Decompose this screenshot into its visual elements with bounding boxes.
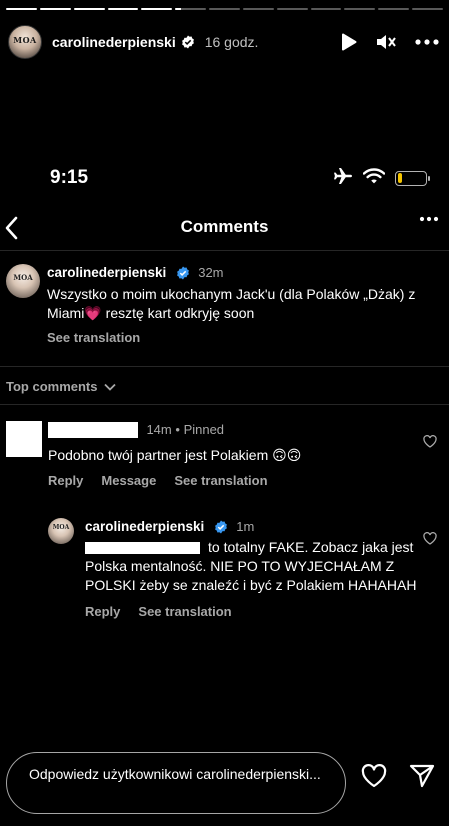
heart-emoji: 💗 (84, 305, 102, 321)
heart-outline-icon[interactable] (423, 435, 437, 448)
progress-segment (242, 8, 274, 10)
caption-text-end: resztę kart odkryję soon (101, 305, 255, 321)
pinned-label: Pinned (183, 422, 225, 437)
progress-fill (175, 8, 182, 10)
see-translation-link[interactable]: See translation (174, 473, 267, 488)
chevron-left-icon[interactable] (4, 216, 18, 240)
message-button[interactable]: Message (101, 473, 156, 488)
progress-segment (276, 8, 308, 10)
story-username[interactable]: carolinederpienski (52, 34, 176, 50)
heart-outline-icon[interactable] (361, 764, 387, 788)
redacted-mention (85, 542, 200, 555)
heart-outline-icon[interactable] (423, 532, 437, 545)
page-title: Comments (180, 217, 269, 236)
status-bar: 9:15 (50, 163, 430, 193)
comment-item: 14m • Pinned Podobno twój partner jest P… (6, 421, 437, 488)
progress-fill (141, 8, 173, 10)
status-clock: 9:15 (50, 167, 89, 188)
avatar-brand-text: MOA (52, 524, 70, 531)
comments-nav-bar: Comments (0, 210, 449, 244)
redacted-avatar[interactable] (6, 421, 42, 457)
progress-segment (107, 8, 139, 10)
reply-button[interactable]: Reply (85, 604, 120, 619)
reply-timestamp: 1m (236, 519, 255, 534)
progress-segment (39, 8, 71, 10)
more-icon[interactable] (419, 216, 439, 222)
comment-timestamp: 14m (146, 422, 172, 437)
verified-badge-icon (214, 520, 228, 534)
progress-fill (73, 8, 105, 10)
comment-text: Podobno twój partner jest Polakiem 🙃🙃 (48, 447, 302, 463)
sort-label: Top comments (6, 379, 98, 394)
play-icon[interactable] (341, 33, 357, 51)
see-translation-link[interactable]: See translation (47, 330, 435, 345)
progress-fill (39, 8, 71, 10)
story-timestamp: 16 godz. (204, 34, 259, 50)
story-header: MOA carolinederpienski 16 godz. (8, 22, 439, 62)
progress-segment (73, 8, 105, 10)
progress-segment (344, 8, 376, 10)
progress-segment (378, 8, 410, 10)
comment-sort-dropdown[interactable]: Top comments (6, 379, 116, 394)
comment-meta: 14m • Pinned (146, 422, 224, 437)
airplane-icon (333, 167, 353, 190)
battery-icon (395, 170, 430, 186)
battery-level (397, 173, 402, 183)
reply-button[interactable]: Reply (48, 473, 83, 488)
send-icon[interactable] (409, 764, 435, 788)
progress-segment (175, 8, 207, 10)
redacted-username (48, 421, 138, 438)
progress-segment (310, 8, 342, 10)
avatar-brand-text: MOA (13, 273, 33, 282)
caption-timestamp: 32m (198, 265, 224, 280)
divider (0, 366, 449, 367)
caption-text: Wszystko o moim ukochanym Jack'u (dla Po… (47, 285, 435, 323)
progress-segment (141, 8, 173, 10)
reply-text: to totalny FAKE. Zobacz jaka jest Polska… (85, 538, 437, 595)
caption-username[interactable]: carolinederpienski (47, 265, 166, 280)
post-caption: MOA carolinederpienski 32m Wszystko o mo… (6, 264, 435, 345)
progress-segment (6, 8, 37, 10)
more-icon[interactable] (415, 39, 439, 45)
avatar[interactable]: MOA (6, 264, 40, 298)
avatar[interactable]: MOA (48, 518, 74, 544)
divider (0, 250, 449, 251)
comment-reply: MOA carolinederpienski 1m to totalny FAK… (48, 518, 437, 619)
divider (0, 404, 449, 405)
wifi-icon (362, 167, 386, 189)
progress-fill (107, 8, 139, 10)
progress-segment (209, 8, 240, 10)
meta-separator: • (175, 422, 180, 437)
progress-fill (6, 8, 37, 10)
progress-segment (412, 8, 443, 10)
story-reply-input[interactable]: Odpowiedz użytkownikowi carolinederpiens… (6, 752, 346, 814)
reply-username[interactable]: carolinederpienski (85, 519, 204, 534)
story-avatar[interactable]: MOA (8, 25, 42, 59)
verified-badge-icon (181, 35, 195, 49)
mute-icon[interactable] (375, 32, 397, 52)
story-progress-bar (6, 8, 443, 10)
verified-badge-icon (176, 266, 190, 280)
see-translation-link[interactable]: See translation (138, 604, 231, 619)
chevron-down-icon (103, 379, 116, 394)
avatar-brand-text: MOA (13, 35, 37, 45)
